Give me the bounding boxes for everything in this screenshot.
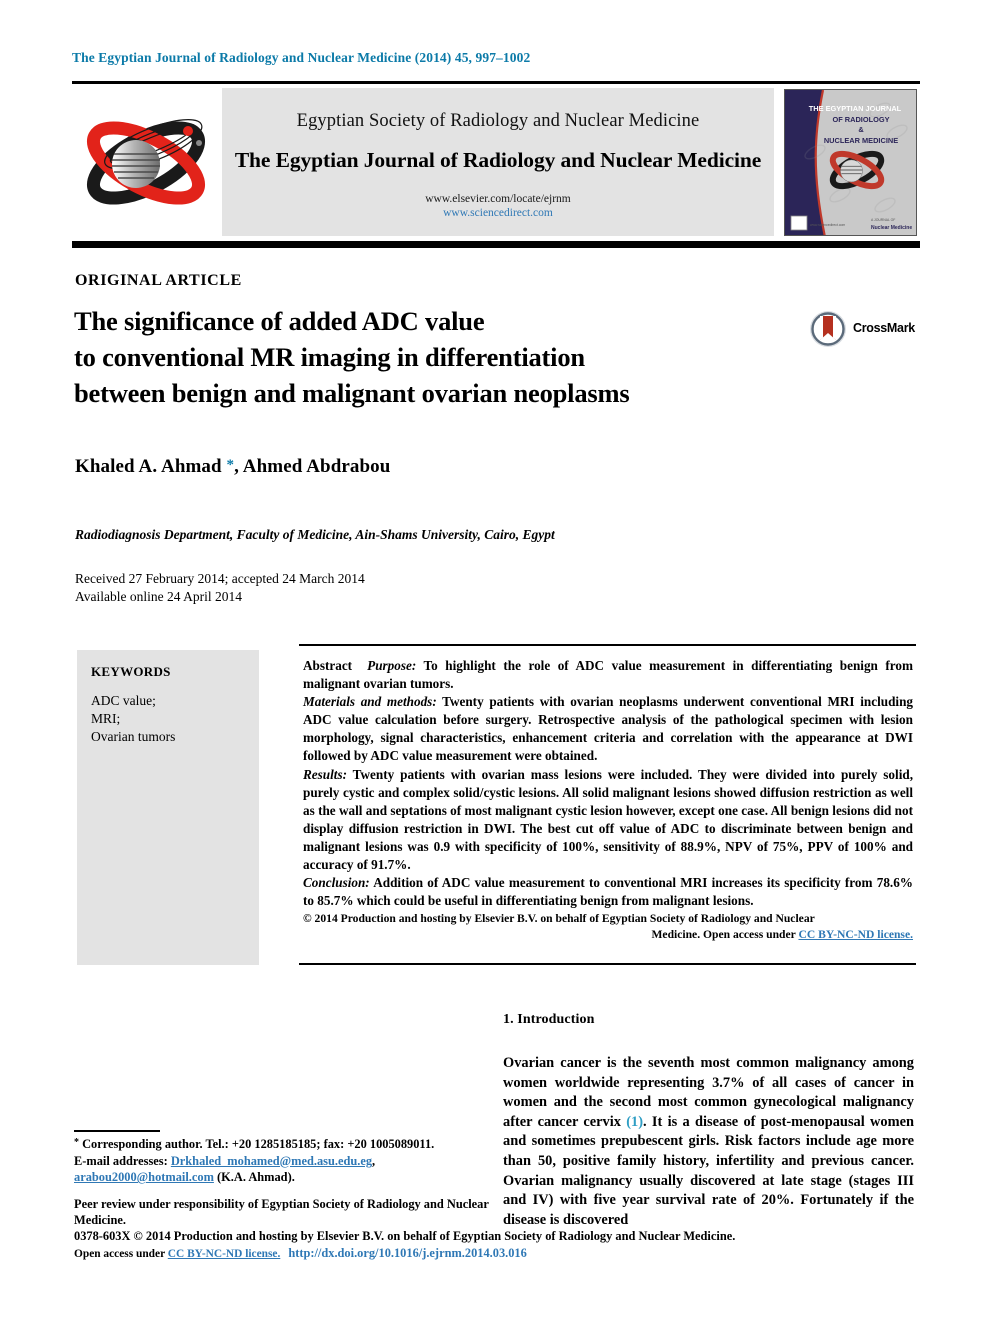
abstract-label: Abstract bbox=[303, 658, 353, 673]
email-owner: (K.A. Ahmad). bbox=[213, 1170, 295, 1185]
top-rule bbox=[72, 81, 920, 84]
abstract-purpose: Abstract Purpose: To highlight the role … bbox=[303, 657, 913, 693]
keyword-item: Ovarian tumors bbox=[91, 729, 176, 744]
abstract-purpose-label: Purpose: bbox=[367, 658, 417, 673]
email-link-2[interactable]: arabou2000@hotmail.com bbox=[74, 1170, 214, 1184]
email-note: E-mail addresses: Drkhaled_mohamed@med.a… bbox=[74, 1153, 492, 1186]
keywords-heading: KEYWORDS bbox=[91, 664, 171, 679]
footer-license-link[interactable]: CC BY-NC-ND license. bbox=[168, 1248, 281, 1260]
doi-link[interactable]: http://dx.doi.org/10.1016/j.ejrnm.2014.0… bbox=[288, 1246, 527, 1260]
svg-text:THE EGYPTIAN JOURNAL: THE EGYPTIAN JOURNAL bbox=[809, 104, 902, 113]
title-line-2: to conventional MR imaging in differenti… bbox=[74, 342, 585, 372]
introduction-paragraph: Ovarian cancer is the seventh most commo… bbox=[503, 1054, 914, 1230]
svg-text:A JOURNAL OF: A JOURNAL OF bbox=[871, 218, 895, 222]
footnote-rule bbox=[74, 1130, 160, 1132]
article-type-label: ORIGINAL ARTICLE bbox=[75, 272, 242, 289]
abstract-copyright-text: © 2014 Production and hosting by Elsevie… bbox=[303, 912, 815, 926]
abstract-open-access-label: Open access under bbox=[703, 928, 799, 942]
abstract-copyright-tail: Medicine. Open access under CC BY-NC-ND … bbox=[303, 927, 913, 943]
abstract-results: Results: Twenty patients with ovarian ma… bbox=[303, 766, 913, 875]
masthead-panel: Egyptian Society of Radiology and Nuclea… bbox=[222, 88, 774, 236]
email-separator: , bbox=[372, 1153, 376, 1168]
article-first-page: The Egyptian Journal of Radiology and Nu… bbox=[0, 0, 992, 1323]
abstract-license-link[interactable]: CC BY-NC-ND license. bbox=[798, 928, 913, 941]
title-line-1: The significance of added ADC value bbox=[74, 306, 485, 336]
journal-cover-thumbnail-icon: THE EGYPTIAN JOURNAL OF RADIOLOGY & NUCL… bbox=[784, 89, 917, 236]
footnote-block: * Corresponding author. Tel.: +20 128518… bbox=[74, 1135, 492, 1229]
footer-open-access-label: Open access under bbox=[74, 1248, 168, 1260]
abstract-results-text: Twenty patients with ovarian mass lesion… bbox=[303, 766, 913, 873]
introduction-heading: 1. Introduction bbox=[503, 1012, 595, 1027]
footer-license-line: Open access under CC BY-NC-ND license. ht… bbox=[74, 1245, 924, 1263]
abstract-conclusion-text: Addition of ADC value measurement to con… bbox=[303, 875, 913, 909]
elsevier-url[interactable]: www.elsevier.com/locate/ejrnm bbox=[222, 193, 774, 205]
svg-text:OF RADIOLOGY: OF RADIOLOGY bbox=[832, 115, 889, 124]
sciencedirect-url[interactable]: www.sciencedirect.com bbox=[222, 207, 774, 219]
abstract-conclusion: Conclusion: Addition of ADC value measur… bbox=[303, 874, 913, 910]
email-label: E-mail addresses: bbox=[74, 1153, 171, 1168]
abstract-top-rule bbox=[299, 644, 916, 646]
citation-link[interactable]: (1) bbox=[626, 1114, 643, 1130]
radiology-society-logo-icon bbox=[86, 119, 206, 205]
crossmark-label: CrossMark bbox=[853, 321, 915, 335]
corresponding-author-note: * Corresponding author. Tel.: +20 128518… bbox=[74, 1135, 492, 1153]
abstract-results-label: Results: bbox=[303, 766, 347, 782]
keywords-list: ADC value; MRI; Ovarian tumors bbox=[91, 692, 259, 746]
svg-text:&: & bbox=[858, 125, 864, 134]
authors: Khaled A. Ahmad *, Ahmed Abdrabou bbox=[75, 456, 390, 478]
keyword-item: ADC value; bbox=[91, 693, 156, 708]
available-online-date: Available online 24 April 2014 bbox=[75, 589, 242, 604]
author-secondary: , Ahmed Abdrabou bbox=[234, 456, 391, 477]
affiliation: Radiodiagnosis Department, Faculty of Me… bbox=[75, 527, 555, 542]
page-title: The significance of added ADC value to c… bbox=[74, 303, 774, 411]
journal-name: The Egyptian Journal of Radiology and Nu… bbox=[234, 148, 762, 172]
abstract: Abstract Purpose: To highlight the role … bbox=[303, 657, 913, 943]
footer-issn-line: 0378-603X © 2014 Production and hosting … bbox=[74, 1229, 736, 1243]
title-line-3: between benign and malignant ovarian neo… bbox=[74, 378, 630, 408]
svg-text:Nuclear Medicine: Nuclear Medicine bbox=[871, 225, 912, 231]
page-footer: 0378-603X © 2014 Production and hosting … bbox=[74, 1228, 924, 1263]
author-primary: Khaled A. Ahmad bbox=[75, 456, 227, 477]
abstract-copyright-medicine: Medicine. bbox=[651, 928, 703, 942]
publication-dates: Received 27 February 2014; accepted 24 M… bbox=[75, 570, 365, 606]
running-head: The Egyptian Journal of Radiology and Nu… bbox=[72, 50, 531, 65]
keywords-panel: KEYWORDS ADC value; MRI; Ovarian tumors bbox=[77, 650, 259, 965]
society-name: Egyptian Society of Radiology and Nuclea… bbox=[296, 111, 700, 131]
abstract-conclusion-label: Conclusion: bbox=[303, 875, 370, 891]
masthead-bottom-rule bbox=[72, 241, 920, 248]
crossmark-badge[interactable]: CrossMark bbox=[809, 310, 921, 350]
peer-review-note: Peer review under responsibility of Egyp… bbox=[74, 1196, 489, 1228]
corresponding-author-marker: * bbox=[226, 457, 235, 473]
corresponding-author-text: Corresponding author. Tel.: +20 12851851… bbox=[79, 1137, 435, 1151]
crossmark-logo-icon bbox=[810, 311, 846, 347]
svg-text:www.sciencedirect.com: www.sciencedirect.com bbox=[810, 223, 845, 227]
abstract-methods: Materials and methods: Twenty patients w… bbox=[303, 693, 913, 765]
abstract-methods-label: Materials and methods: bbox=[303, 694, 437, 710]
abstract-bottom-rule bbox=[299, 963, 916, 965]
keyword-item: MRI; bbox=[91, 711, 121, 726]
journal-masthead: Egyptian Society of Radiology and Nuclea… bbox=[72, 88, 920, 238]
intro-text-post: . It is a disease of post-menopausal wom… bbox=[503, 1113, 914, 1228]
received-date: Received 27 February 2014; accepted 24 M… bbox=[75, 571, 365, 586]
abstract-copyright: © 2014 Production and hosting by Elsevie… bbox=[303, 911, 913, 943]
email-link-1[interactable]: Drkhaled_mohamed@med.asu.edu.eg bbox=[171, 1154, 372, 1168]
introduction-section: 1. Introduction Ovarian cancer is the se… bbox=[503, 1012, 914, 1230]
